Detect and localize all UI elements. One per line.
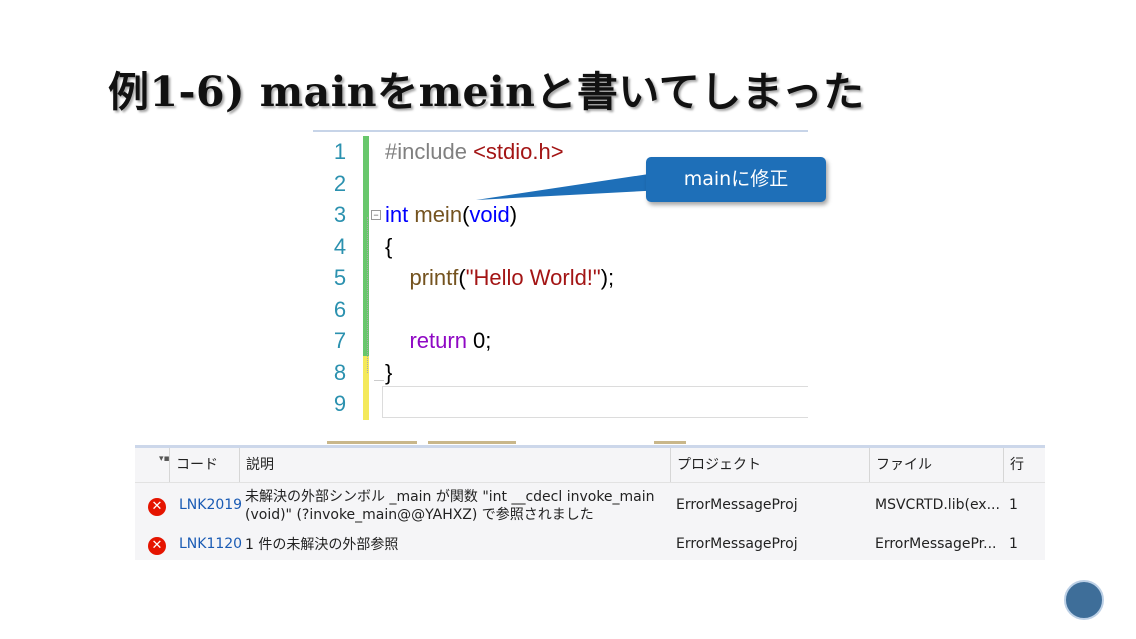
line-number: 4 <box>333 233 347 259</box>
error-description: 未解決の外部シンボル _main が関数 "int __cdecl invoke… <box>245 489 655 523</box>
code-token: { <box>385 233 393 259</box>
error-project: ErrorMessageProj <box>676 497 798 513</box>
code-token: void <box>469 202 510 227</box>
current-line-highlight <box>382 386 808 418</box>
column-header-project[interactable]: プロジェクト <box>670 448 862 482</box>
error-code-link[interactable]: LNK1120 <box>179 536 242 552</box>
code-token: ); <box>600 265 615 290</box>
code-token: #include <box>385 139 474 164</box>
code-line[interactable]: { <box>385 231 808 263</box>
line-number: 6 <box>333 296 347 322</box>
unsaved-change-marker <box>363 356 369 420</box>
line-number: 5 <box>333 265 347 290</box>
error-row[interactable]: ✕ LNK2019 未解決の外部シンボル _main が関数 "int __cd… <box>135 484 1045 530</box>
code-line[interactable]: return 0; <box>385 325 808 357</box>
error-description: 1 件の未解決の外部参照 <box>245 537 399 553</box>
error-circle-icon: ✕ <box>148 537 166 555</box>
column-header-line[interactable]: 行 <box>1003 448 1046 482</box>
collapse-minus-icon[interactable]: − <box>371 210 381 220</box>
line-number: 8 <box>333 359 347 385</box>
error-list-panel: ▾▪ コード 説明 プロジェクト ファイル 行 ✕ LNK2019 未解決の外部… <box>135 445 1045 560</box>
logo-icon <box>1064 580 1104 620</box>
code-token: printf <box>409 265 459 290</box>
code-line[interactable]: printf("Hello World!"); <box>385 262 808 294</box>
error-file: MSVCRTD.lib(ex... <box>875 497 1000 513</box>
code-token: } <box>385 359 393 385</box>
error-row[interactable]: ✕ LNK1120 1 件の未解決の外部参照 ErrorMessageProj … <box>135 532 1045 558</box>
saved-change-marker <box>363 136 369 356</box>
column-header-code[interactable]: コード <box>169 448 236 482</box>
callout-box: mainに修正 <box>646 157 826 202</box>
error-line: 1 <box>1009 536 1018 552</box>
slide-title: 例1-6) mainをmeinと書いてしまった <box>108 68 865 116</box>
code-token: int <box>385 202 409 227</box>
code-token: ) <box>509 202 518 227</box>
change-tracking-gutter <box>363 136 369 420</box>
code-line[interactable] <box>385 294 808 326</box>
code-token: ( <box>458 265 466 290</box>
line-number: 3 <box>333 202 347 227</box>
error-line: 1 <box>1009 497 1018 513</box>
scope-guide <box>367 217 368 373</box>
code-token: return <box>409 328 467 353</box>
code-token: mein <box>414 202 463 227</box>
code-line[interactable]: − int mein(void) <box>371 199 808 231</box>
code-token: 0; <box>466 328 492 353</box>
code-line[interactable]: } <box>385 357 808 389</box>
column-header-file[interactable]: ファイル <box>869 448 1001 482</box>
line-number: 7 <box>333 328 347 353</box>
error-circle-icon: ✕ <box>148 498 166 516</box>
code-token: <stdio.h> <box>473 139 564 164</box>
scope-guide-end <box>374 380 384 381</box>
error-code-link[interactable]: LNK2019 <box>179 497 242 513</box>
line-number: 1 <box>333 139 347 164</box>
line-numbers: 1 2 3 4 5 6 7 8 9 <box>313 136 363 420</box>
error-project: ErrorMessageProj <box>676 536 798 552</box>
line-number: 2 <box>333 170 347 196</box>
column-header-description[interactable]: 説明 <box>239 448 666 482</box>
code-token: "Hello World!" <box>465 265 601 290</box>
error-list-header: ▾▪ コード 説明 プロジェクト ファイル 行 <box>135 448 1045 483</box>
error-file: ErrorMessagePr... <box>875 536 997 552</box>
line-number: 9 <box>333 391 347 416</box>
